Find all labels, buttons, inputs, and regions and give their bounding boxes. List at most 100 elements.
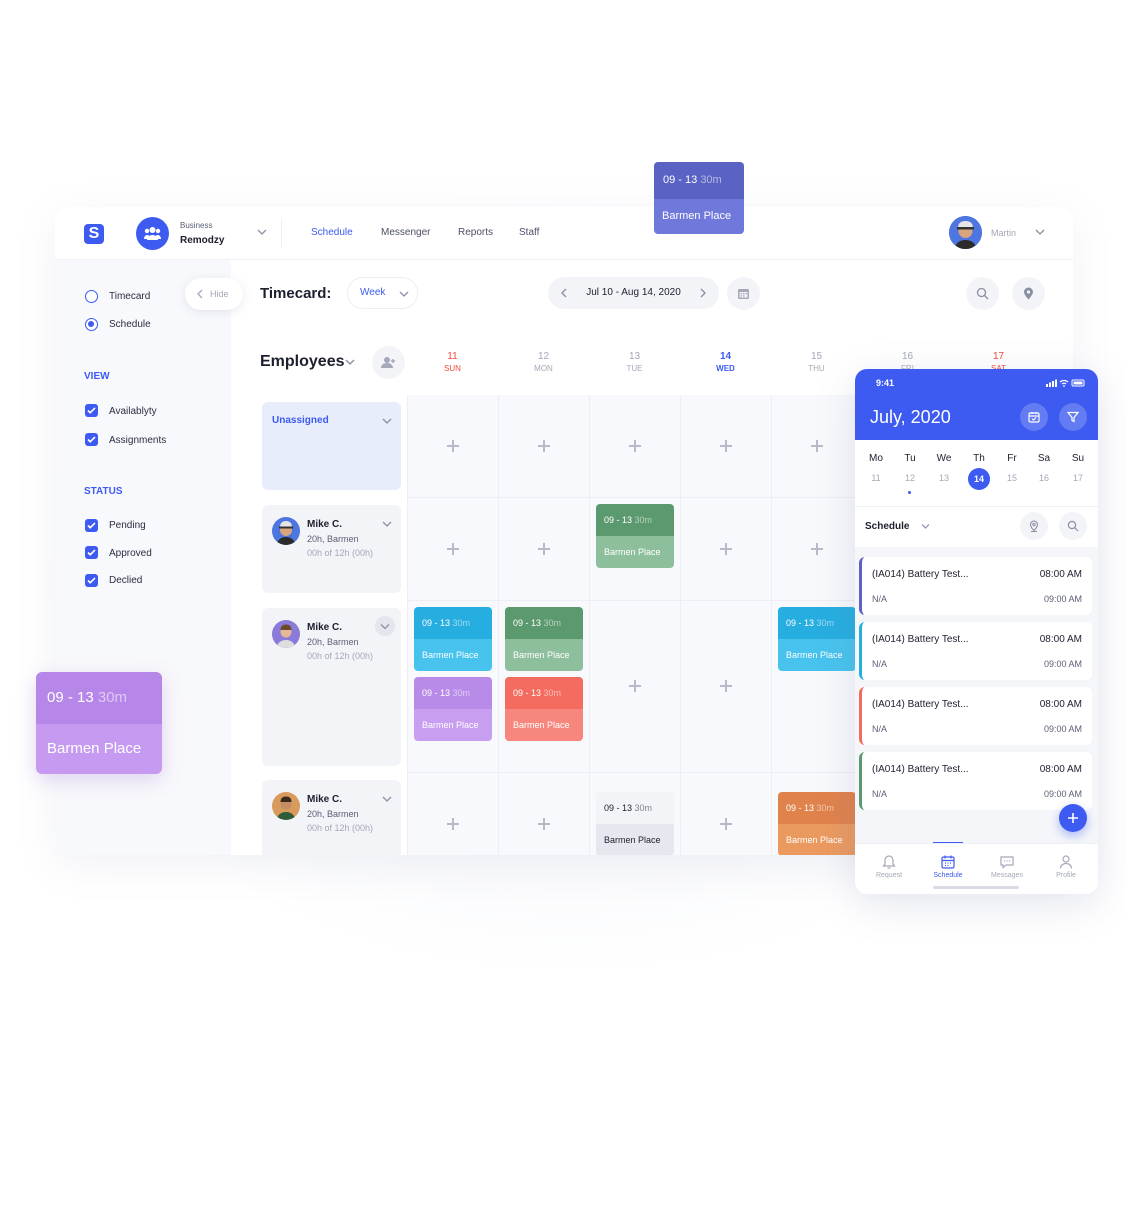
add-shift-plus-icon[interactable] [811,543,823,555]
chevron-down-icon[interactable] [345,358,355,366]
task-item[interactable]: (IA014) Battery Test... N/A 08:00 AM 09:… [859,622,1092,680]
date-cell-selected[interactable]: 14 [968,468,990,490]
day-header-sun[interactable]: 11 SUN [407,351,498,373]
day-name: THU [808,364,825,373]
add-employee-button[interactable] [372,346,405,379]
date-cell[interactable]: 13 [927,473,961,483]
employee-card[interactable]: Mike C. 20h, Barmen 00h of 12h (00h) [262,608,401,766]
hide-sidebar-button[interactable]: Hide [185,278,243,310]
add-shift-plus-icon[interactable] [811,440,823,452]
day-header-tue[interactable]: 13 TUE [589,351,680,373]
calendar-button[interactable] [1020,403,1048,431]
chevron-left-icon[interactable] [560,288,568,298]
tab-request[interactable]: Request [859,844,919,894]
date-cell[interactable]: 11 [859,473,893,483]
nav-schedule[interactable]: Schedule [311,227,353,238]
logo-icon[interactable]: S [84,224,104,244]
pending-label: Pending [109,520,146,531]
top-bar: S Business Remodzy Schedule Messenger Re… [55,207,1073,260]
task-end: 09:00 AM [1043,724,1082,734]
day-header-thu[interactable]: 15 THU [771,351,862,373]
timecard-radio[interactable] [85,290,98,303]
nav-messenger[interactable]: Messenger [381,227,430,238]
shift-block[interactable]: 09 - 13 30m Barmen Place [505,677,583,741]
add-shift-plus-icon[interactable] [538,440,550,452]
location-button[interactable] [1012,277,1045,310]
expand-button[interactable] [375,616,395,636]
task-item[interactable]: (IA014) Battery Test... N/A 08:00 AM 09:… [859,752,1092,810]
employee-name: Mike C. [307,622,343,633]
shift-time-range: 09 - 13 [422,688,451,698]
schedule-select[interactable]: Schedule [865,521,909,532]
tab-label: Messages [991,872,1023,879]
date-cell[interactable]: 12 [893,473,927,483]
chevron-right-icon[interactable] [699,288,707,298]
day-number: 16 [901,351,914,362]
divider [855,506,1098,507]
add-shift-plus-icon[interactable] [447,543,459,555]
chevron-down-icon[interactable] [382,520,392,528]
task-item[interactable]: (IA014) Battery Test... N/A 08:00 AM 09:… [859,557,1092,615]
add-shift-plus-icon[interactable] [720,818,732,830]
shift-block[interactable]: 09 - 13 30m Barmen Place [505,607,583,671]
date-cell[interactable]: 17 [1061,473,1095,483]
declined-checkbox[interactable] [85,574,98,587]
shift-block[interactable]: 09 - 13 30m Barmen Place [414,607,492,671]
dragged-shift-badge[interactable]: 09 - 13 30m Barmen Place [36,672,162,774]
shift-place: Barmen Place [654,199,744,234]
shift-block[interactable]: 09 - 13 30m Barmen Place [596,504,674,568]
add-shift-plus-icon[interactable] [538,543,550,555]
approved-checkbox[interactable] [85,546,98,559]
chevron-down-icon[interactable] [921,523,930,530]
chevron-down-icon[interactable] [257,227,267,237]
date-cell[interactable]: 16 [1027,473,1061,483]
chevron-down-icon[interactable] [382,417,392,425]
shift-time: 09 - 13 30m [414,677,492,709]
grid-line [771,395,772,855]
chevron-down-icon[interactable] [1035,227,1045,237]
dragged-shift-badge[interactable]: 09 - 13 30m Barmen Place [654,162,744,234]
unassigned-row[interactable]: Unassigned [262,402,401,490]
date-cell[interactable]: 15 [995,473,1029,483]
day-name: TUE [626,364,643,373]
add-task-button[interactable] [1059,804,1087,832]
shift-block[interactable]: 09 - 13 30m Barmen Place [778,792,856,855]
add-shift-plus-icon[interactable] [538,818,550,830]
nav-staff[interactable]: Staff [519,227,539,238]
search-button[interactable] [966,277,999,310]
assignments-checkbox[interactable] [85,433,98,446]
add-shift-plus-icon[interactable] [447,440,459,452]
period-select[interactable]: Week [347,277,418,309]
nav-reports[interactable]: Reports [458,227,493,238]
day-header-wed[interactable]: 14 WED [680,351,771,373]
search-button[interactable] [1059,512,1087,540]
avatar[interactable] [949,216,982,249]
add-shift-plus-icon[interactable] [720,543,732,555]
day-header-mon[interactable]: 12 MON [498,351,589,373]
chevron-down-icon[interactable] [382,795,392,803]
add-shift-plus-icon[interactable] [720,440,732,452]
shift-block[interactable]: 09 - 13 30m Barmen Place [778,607,856,671]
plus-icon [1068,813,1078,823]
shift-block[interactable]: 09 - 13 30m Barmen Place [596,792,674,855]
task-item[interactable]: (IA014) Battery Test... N/A 08:00 AM 09:… [859,687,1092,745]
mobile-app: 9:41 July, 2020 Mo Tu We Th Fr Sa Su 11 … [855,369,1098,894]
add-shift-plus-icon[interactable] [629,440,641,452]
shift-duration: 30m [452,688,471,698]
filter-button[interactable] [1059,403,1087,431]
task-end: 09:00 AM [1043,594,1082,604]
shift-block[interactable]: 09 - 13 30m Barmen Place [414,677,492,741]
add-shift-plus-icon[interactable] [720,680,732,692]
add-shift-plus-icon[interactable] [629,680,641,692]
employee-card[interactable]: Mike C. 20h, Barmen 00h of 12h (00h) [262,780,401,855]
tab-profile[interactable]: Profile [1036,844,1096,894]
calendar-button[interactable] [727,277,760,310]
schedule-radio[interactable] [85,318,98,331]
location-button[interactable] [1020,512,1048,540]
team-icon[interactable] [136,217,169,250]
add-shift-plus-icon[interactable] [447,818,459,830]
pending-checkbox[interactable] [85,519,98,532]
employee-card[interactable]: Mike C. 20h, Barmen 00h of 12h (00h) [262,505,401,593]
availability-checkbox[interactable] [85,404,98,417]
shift-duration: 30m [543,618,562,628]
